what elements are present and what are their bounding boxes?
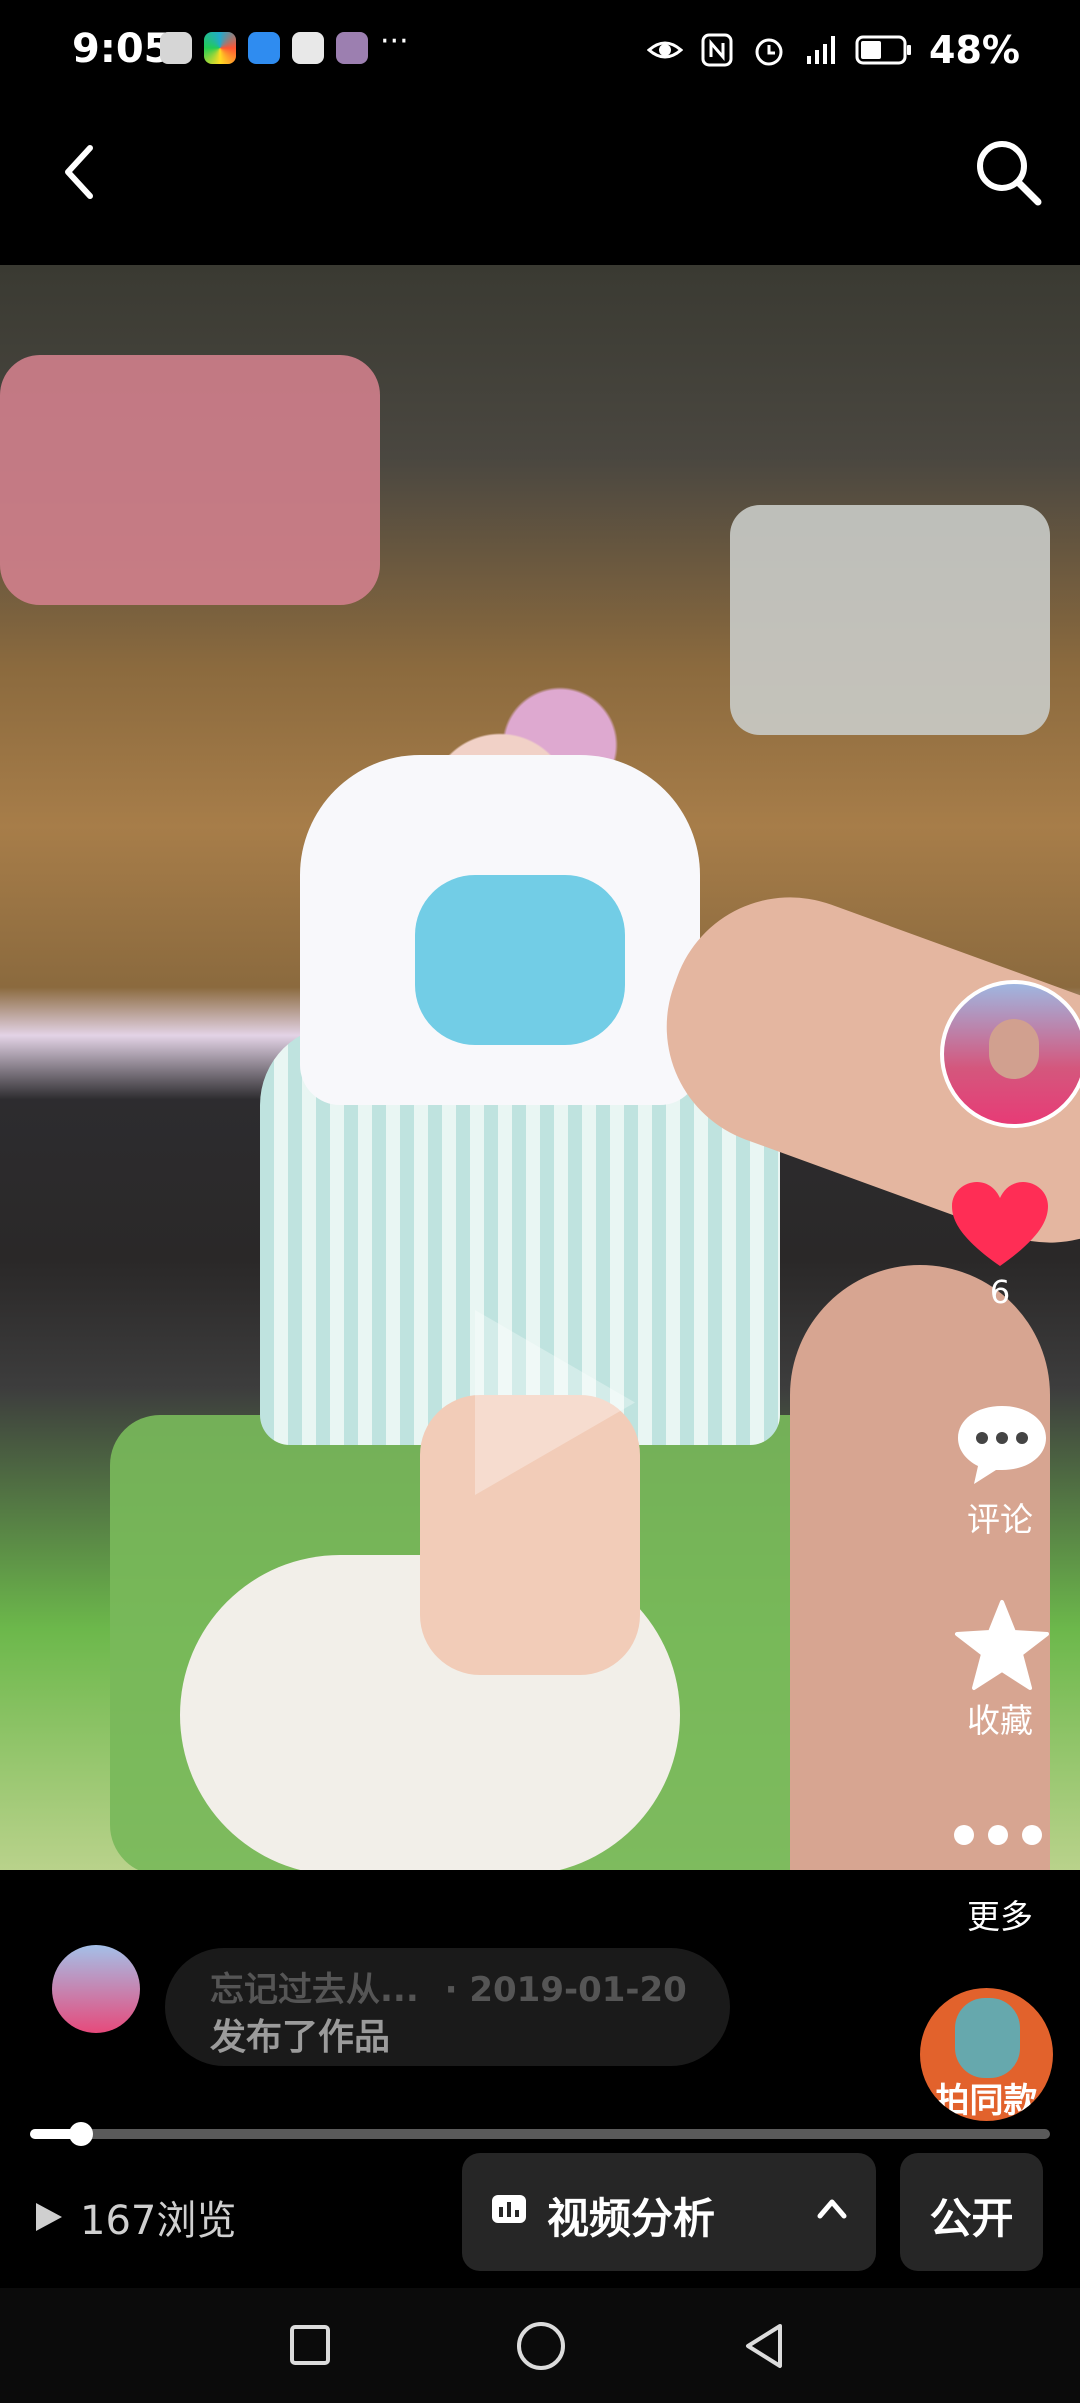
visibility-public-button[interactable]: 公开 <box>900 2153 1043 2271</box>
home-icon[interactable] <box>515 2320 567 2372</box>
video-analysis-button[interactable]: 视频分析 <box>462 2153 876 2271</box>
status-time: 9:05 <box>72 26 172 72</box>
publish-action: 发布了作品 <box>210 2017 391 2058</box>
shoot-same-label: 拍同款 <box>935 2081 1038 2121</box>
missed-call-icon <box>160 32 192 64</box>
publish-date: · 2019-01-20 <box>444 1970 687 2010</box>
chevron-up-icon <box>817 2199 847 2219</box>
status-bar: 9:05 ··· 48% <box>0 0 1080 110</box>
status-right: 48% <box>647 28 1020 72</box>
more-label[interactable]: 更多 <box>940 1890 1060 1938</box>
app-icon-colorful <box>204 32 236 64</box>
wechat-icon <box>292 32 324 64</box>
favorite-label: 收藏 <box>967 1701 1033 1740</box>
author-avatar[interactable] <box>940 980 1080 1128</box>
pillow-shape <box>730 505 1050 735</box>
analytics-icon <box>492 2195 526 2223</box>
video-analysis-label: 视频分析 <box>547 2194 716 2243</box>
video-progress-bar[interactable] <box>30 2122 1050 2146</box>
battery-icon <box>855 35 912 65</box>
notification-icons: ··· <box>160 24 412 64</box>
child-bib-shape <box>415 875 625 1045</box>
back-button[interactable] <box>50 132 110 212</box>
same-style-thumbnail <box>955 1998 1020 2078</box>
publisher-avatar[interactable] <box>52 1945 140 2033</box>
like-count: 6 <box>989 1273 1011 1311</box>
progress-thumb[interactable] <box>69 2122 93 2146</box>
more-notifications-icon: ··· <box>380 24 409 59</box>
signal-icon <box>807 36 836 64</box>
publish-author-line: 忘记过去从... · 2019-01-20 <box>210 1962 687 2011</box>
views-text: 167浏览 <box>80 2198 237 2244</box>
like-heart-icon[interactable] <box>950 1180 1050 1270</box>
search-icon[interactable] <box>968 132 1048 212</box>
public-label: 公开 <box>929 2194 1014 2243</box>
publish-info[interactable]: 忘记过去从... · 2019-01-20 发布了作品 <box>165 1948 730 2066</box>
comment-icon[interactable] <box>952 1400 1052 1490</box>
views-count: 167浏览 <box>30 2188 236 2246</box>
play-count-icon <box>36 2203 62 2231</box>
favorite-star-icon[interactable] <box>952 1598 1052 1693</box>
app-icon-blue <box>248 32 280 64</box>
nfc-icon <box>701 33 733 67</box>
alarm-icon <box>755 38 783 66</box>
comment-label: 评论 <box>967 1500 1033 1539</box>
eye-icon <box>647 41 684 59</box>
battery-percent: 48% <box>929 28 1020 72</box>
video-frame[interactable] <box>0 265 1080 1870</box>
system-back-icon[interactable] <box>738 2320 790 2372</box>
shoot-same-button[interactable]: 拍同款 <box>920 1988 1053 2121</box>
adult-hand-shape <box>790 1265 1050 1870</box>
blanket-shape <box>0 355 380 605</box>
more-dots-icon[interactable] <box>948 1820 1048 1850</box>
avatar-face-shape <box>989 1019 1039 1079</box>
top-nav <box>0 110 1080 260</box>
recent-apps-icon[interactable] <box>289 2324 331 2366</box>
publish-author: 忘记过去从... <box>210 1970 419 2010</box>
system-nav-bar <box>0 2288 1080 2403</box>
app-icon-photo <box>336 32 368 64</box>
